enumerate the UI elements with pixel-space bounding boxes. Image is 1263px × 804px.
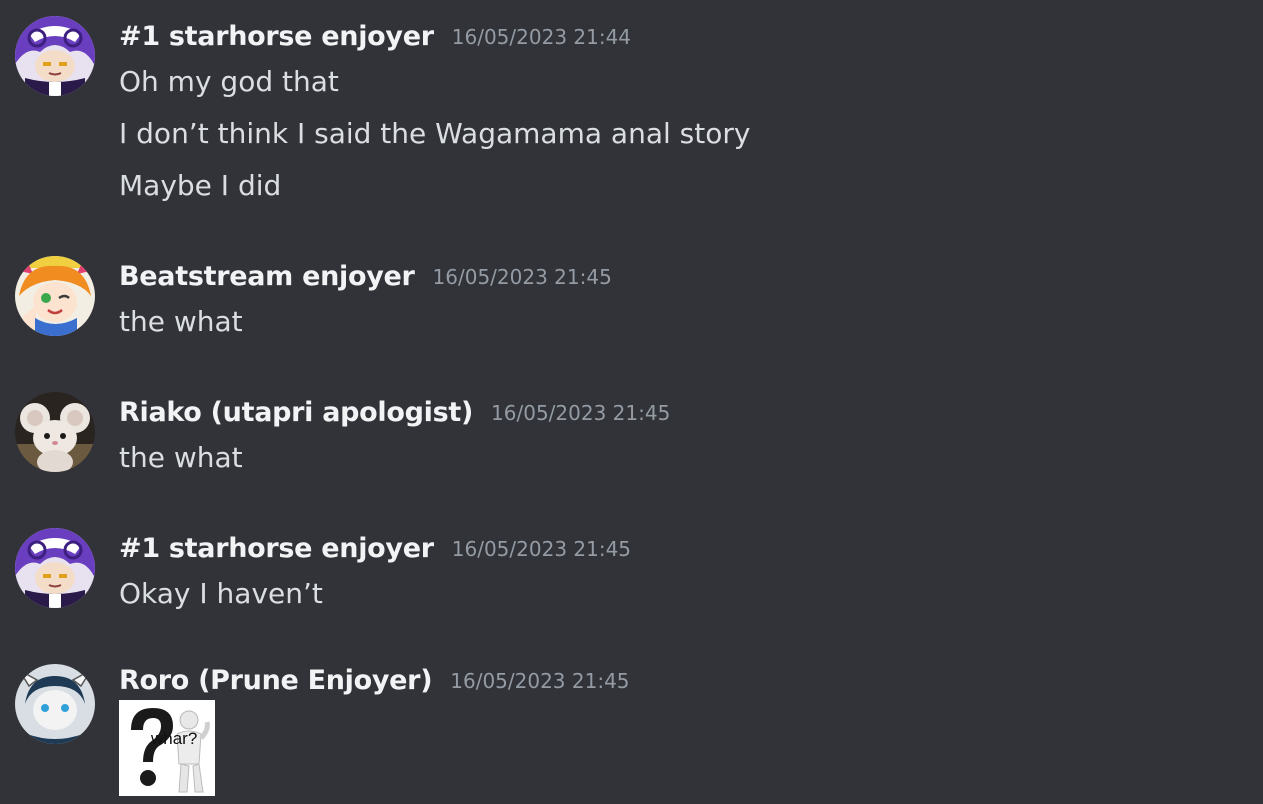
message-timestamp: 16/05/2023 21:45 xyxy=(450,669,630,693)
horned-character-avatar-icon[interactable] xyxy=(15,664,95,744)
message-timestamp: 16/05/2023 21:45 xyxy=(451,537,632,561)
message-header: #1 starhorse enjoyer 16/05/2023 21:44 xyxy=(119,16,631,56)
purple-hair-anime-avatar-icon[interactable] xyxy=(15,528,95,608)
image-attachment[interactable]: whar? xyxy=(119,700,215,796)
author-name[interactable]: Beatstream enjoyer xyxy=(119,261,415,292)
purple-hair-anime-avatar-icon[interactable] xyxy=(15,16,95,96)
message-text: Oh my god that xyxy=(119,65,339,98)
chat-message-list: #1 starhorse enjoyer 16/05/2023 21:44 Oh… xyxy=(0,0,1263,804)
message-text: Maybe I did xyxy=(119,169,282,202)
message-timestamp: 16/05/2023 21:45 xyxy=(432,265,612,289)
message-header: Beatstream enjoyer 16/05/2023 21:45 xyxy=(119,256,612,296)
message-header: Roro (Prune Enjoyer) 16/05/2023 21:45 xyxy=(119,660,630,700)
message-header: Riako (utapri apologist) 16/05/2023 21:4… xyxy=(119,392,670,432)
author-name[interactable]: #1 starhorse enjoyer xyxy=(119,533,434,564)
message-timestamp: 16/05/2023 21:44 xyxy=(451,25,632,49)
message-text: Okay I haven’t xyxy=(119,577,323,610)
message-text: the what xyxy=(119,305,243,338)
message-header: #1 starhorse enjoyer 16/05/2023 21:45 xyxy=(119,528,631,568)
question-mark-figure-meme-icon: whar? xyxy=(119,700,215,796)
message-text: the what xyxy=(119,441,243,474)
author-name[interactable]: Roro (Prune Enjoyer) xyxy=(119,665,433,696)
author-name[interactable]: #1 starhorse enjoyer xyxy=(119,21,434,52)
meme-caption-text: whar? xyxy=(150,729,197,748)
author-name[interactable]: Riako (utapri apologist) xyxy=(119,397,473,428)
message-text: I don’t think I said the Wagamama anal s… xyxy=(119,117,751,150)
plush-mouse-avatar-icon[interactable] xyxy=(15,392,95,472)
message-timestamp: 16/05/2023 21:45 xyxy=(491,401,671,425)
orange-hair-anime-avatar-icon[interactable] xyxy=(15,256,95,336)
